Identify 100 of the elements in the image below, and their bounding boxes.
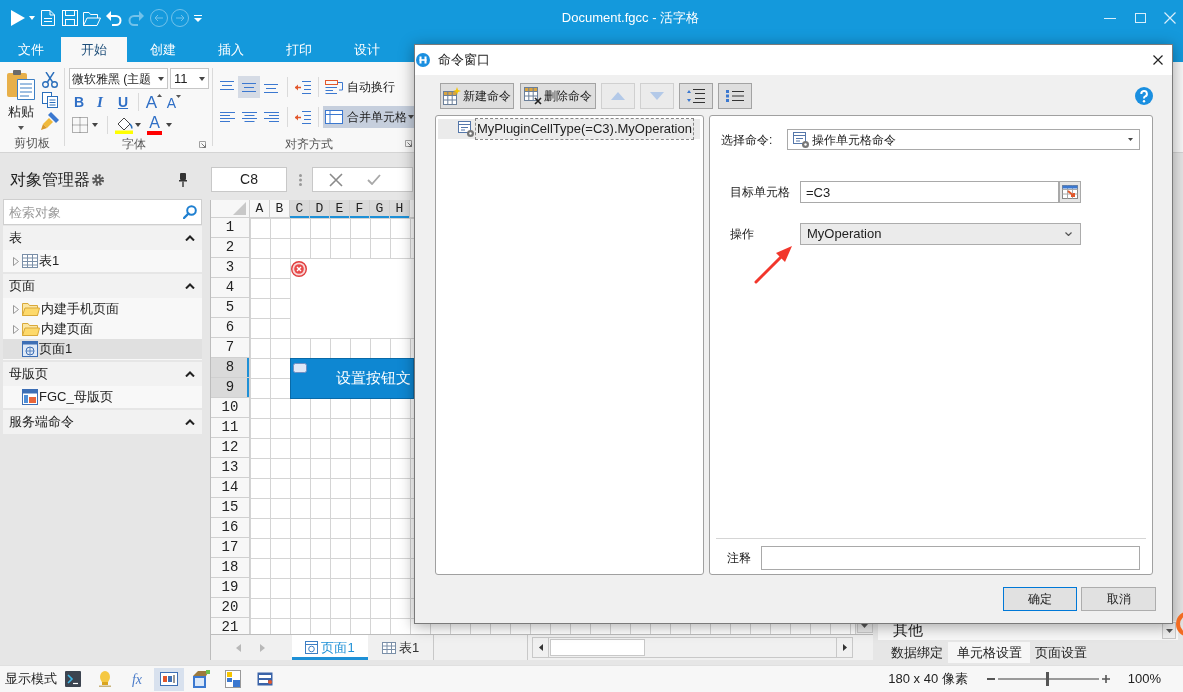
row-header[interactable]: 3 — [211, 258, 249, 278]
horizontal-scrollbar[interactable] — [532, 637, 853, 658]
section-header[interactable]: 服务端命令 — [3, 410, 202, 434]
search-field[interactable]: 检索对象 — [3, 199, 202, 225]
zoom-in-icon[interactable] — [1101, 675, 1110, 683]
dialog-button[interactable]: 取消 — [1081, 587, 1156, 611]
row-header[interactable]: 1 — [211, 218, 249, 238]
cell-picker-button[interactable] — [1059, 181, 1081, 203]
property-tab[interactable]: 页面设置 — [1030, 642, 1092, 663]
search-icon[interactable] — [183, 205, 197, 219]
command-item[interactable]: MyPluginCellType(=C3).MyOperation — [438, 119, 700, 139]
vertical-align-button[interactable] — [238, 76, 260, 98]
chevron-icon[interactable] — [185, 371, 195, 377]
expander-icon[interactable] — [13, 304, 19, 314]
section-header[interactable]: 母版页 — [3, 362, 202, 386]
bold-button[interactable]: B — [70, 92, 88, 112]
property-tab[interactable]: 单元格设置 — [948, 642, 1030, 663]
font-family-dropdown[interactable]: 微软雅黑 (主题 — [69, 68, 168, 89]
sheet-tab[interactable]: 页面1 — [292, 635, 368, 660]
minimize-icon[interactable] — [1104, 17, 1116, 19]
row-header[interactable]: 13 — [211, 458, 249, 478]
tree-item[interactable]: FGC_母版页 — [3, 387, 202, 407]
more-icon[interactable] — [299, 173, 302, 186]
expander-icon[interactable] — [13, 324, 19, 334]
brush-icon[interactable] — [41, 112, 59, 130]
paint-bucket-icon[interactable] — [115, 116, 133, 134]
section-header[interactable]: 页面 — [3, 274, 202, 298]
tree-item[interactable]: 内建页面 — [3, 319, 202, 339]
row-header[interactable]: 10 — [211, 398, 249, 418]
row-header[interactable]: 8 — [211, 358, 249, 378]
copy-icon[interactable] — [42, 92, 58, 108]
undo-icon[interactable] — [106, 10, 122, 26]
outdent-button[interactable] — [718, 83, 752, 109]
settings-icon[interactable] — [92, 173, 104, 186]
column-header[interactable]: F — [350, 200, 370, 218]
borders-icon[interactable] — [72, 117, 88, 133]
italic-button[interactable]: I — [91, 92, 109, 112]
target-cell-field[interactable]: =C3 — [800, 181, 1059, 203]
pin-icon[interactable] — [179, 172, 187, 187]
tree-item[interactable]: 表1 — [3, 251, 202, 271]
row-header[interactable]: 15 — [211, 498, 249, 518]
close-icon[interactable] — [1153, 55, 1163, 65]
new-document-icon[interactable] — [41, 10, 55, 26]
row-header[interactable]: 17 — [211, 538, 249, 558]
scroll-thumb[interactable] — [550, 639, 645, 656]
column-header[interactable]: C — [290, 200, 310, 218]
column-header[interactable]: H — [390, 200, 410, 218]
font-size-dropdown[interactable]: 11 — [170, 68, 209, 89]
column-header[interactable]: B — [270, 200, 290, 218]
operation-dropdown[interactable]: MyOperation — [800, 223, 1081, 245]
ribbon-tab[interactable]: 开始 — [61, 37, 127, 62]
row-header[interactable]: 5 — [211, 298, 249, 318]
scissors-icon[interactable] — [42, 72, 58, 88]
sheet-tab[interactable]: 表1 — [368, 635, 434, 660]
formula-tool-button[interactable]: fx — [122, 667, 152, 691]
row-header[interactable]: 18 — [211, 558, 249, 578]
comment-field[interactable] — [761, 546, 1140, 570]
folder-icon[interactable] — [83, 10, 101, 26]
expander-icon[interactable] — [13, 256, 19, 266]
textbox-tool-button[interactable] — [154, 667, 184, 691]
paste-button[interactable]: 粘贴 — [0, 62, 42, 134]
grow-font-button[interactable]: A — [144, 92, 164, 112]
chevron-icon[interactable] — [185, 235, 195, 241]
slider-thumb[interactable] — [1045, 672, 1049, 686]
ring-icon[interactable] — [1176, 611, 1183, 637]
row-header[interactable]: 9 — [211, 378, 249, 398]
delete-command-button[interactable]: 删除命令 — [520, 83, 596, 109]
row-header[interactable]: 20 — [211, 598, 249, 618]
column-header[interactable]: A — [250, 200, 270, 218]
shrink-font-button[interactable]: A — [165, 92, 183, 112]
launcher-icon[interactable] — [199, 140, 206, 148]
confirm-icon[interactable] — [367, 174, 381, 185]
wrap-text-button[interactable]: 自动换行 — [323, 76, 397, 98]
dialog-button[interactable]: 确定 — [1003, 587, 1077, 611]
indent-button[interactable] — [679, 83, 713, 109]
chevron-icon[interactable] — [185, 283, 195, 289]
customize-icon[interactable] — [194, 14, 202, 22]
row-header[interactable]: 16 — [211, 518, 249, 538]
save-icon[interactable] — [62, 10, 78, 26]
property-tab[interactable]: 数据绑定 — [886, 642, 948, 663]
row-header[interactable]: 11 — [211, 418, 249, 438]
run-icon[interactable] — [11, 10, 25, 26]
column-header[interactable]: G — [370, 200, 390, 218]
cell-name-box[interactable]: C8 — [211, 167, 287, 192]
section-header[interactable]: 表 — [3, 226, 202, 250]
chevron-icon[interactable] — [185, 419, 195, 425]
underline-button[interactable]: U — [114, 92, 132, 112]
cancel-icon[interactable] — [329, 172, 343, 187]
maximize-icon[interactable] — [1135, 13, 1146, 23]
column-header[interactable]: D — [310, 200, 330, 218]
formula-field[interactable] — [312, 167, 413, 192]
tree-item[interactable]: 页面1 — [3, 339, 202, 359]
new-command-button[interactable]: 新建命令 — [440, 83, 514, 109]
row-header[interactable]: 4 — [211, 278, 249, 298]
button-widget[interactable]: 设置按钮文 — [290, 358, 414, 399]
font-color-button[interactable]: A — [147, 115, 162, 135]
launcher-icon[interactable] — [405, 140, 412, 147]
column-header[interactable]: E — [330, 200, 350, 218]
row-header[interactable]: 14 — [211, 478, 249, 498]
caret-icon[interactable] — [29, 16, 35, 20]
